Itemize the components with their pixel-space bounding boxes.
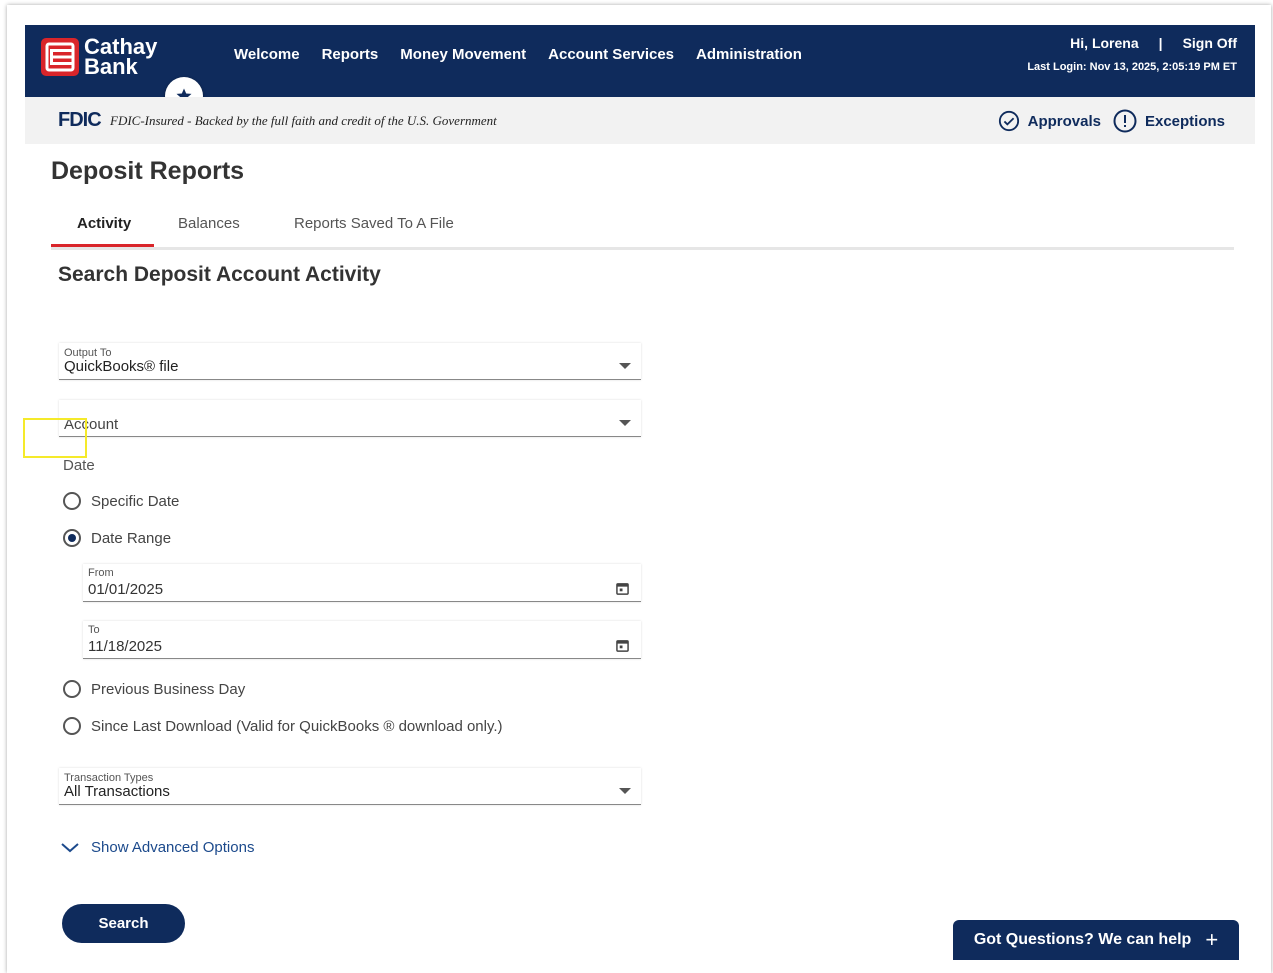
radio-button[interactable]	[63, 492, 81, 510]
app-window: Cathay Bank Welcome Reports Money Moveme…	[7, 5, 1271, 973]
tab-reports-saved[interactable]: Reports Saved To A File	[294, 215, 454, 232]
radio-button[interactable]	[63, 717, 81, 735]
radio-previous-business-day[interactable]: Previous Business Day	[63, 680, 245, 698]
caret-down-icon	[619, 788, 631, 794]
calendar-icon[interactable]	[616, 639, 629, 652]
last-login: Last Login: Nov 13, 2025, 2:05:19 PM ET	[1027, 61, 1237, 73]
from-label: From	[88, 567, 114, 579]
approvals-label: Approvals	[1027, 112, 1101, 130]
separator: |	[1158, 35, 1163, 51]
radio-label: Date Range	[91, 529, 172, 547]
to-date-input[interactable]: To 11/18/2025	[83, 621, 641, 659]
output-to-select[interactable]: Output To QuickBooks® file	[59, 343, 641, 380]
from-date-input[interactable]: From 01/01/2025	[83, 564, 641, 602]
radio-label: Previous Business Day	[91, 680, 246, 698]
to-label: To	[88, 624, 100, 636]
exceptions-link[interactable]: Exceptions	[1113, 109, 1225, 133]
sign-off-link[interactable]: Sign Off	[1183, 35, 1237, 51]
caret-down-icon	[619, 420, 631, 426]
transaction-types-select[interactable]: Transaction Types All Transactions	[59, 768, 641, 805]
approvals-link[interactable]: Approvals	[998, 110, 1101, 132]
help-label: Got Questions? We can help	[973, 931, 1192, 948]
main-nav: Welcome Reports Money Movement Account S…	[234, 46, 802, 63]
nav-administration[interactable]: Administration	[696, 46, 802, 63]
tab-balances[interactable]: Balances	[178, 215, 240, 232]
fdic-bar: FDIC FDIC-Insured - Backed by the full f…	[25, 97, 1255, 144]
radio-specific-date[interactable]: Specific Date	[63, 492, 179, 510]
report-tabs: Activity Balances Reports Saved To A Fil…	[51, 209, 1234, 250]
output-to-value: QuickBooks® file	[64, 358, 179, 375]
tab-activity[interactable]: Activity	[77, 215, 131, 232]
radio-since-last-download[interactable]: Since Last Download (Valid for QuickBook…	[63, 717, 503, 735]
plus-icon: +	[1205, 927, 1219, 952]
page-title: Deposit Reports	[51, 157, 245, 185]
fdic-logo: FDIC	[58, 109, 102, 131]
exclamation-circle-icon	[1113, 109, 1137, 133]
nav-welcome[interactable]: Welcome	[234, 46, 300, 63]
greeting: Hi, Lorena	[1070, 35, 1139, 51]
nav-money-movement[interactable]: Money Movement	[400, 46, 526, 63]
chevron-down-icon	[61, 842, 79, 852]
user-area: Hi, Lorena | Sign Off Last Login: Nov 13…	[1027, 35, 1237, 73]
caret-down-icon	[619, 363, 631, 369]
search-button[interactable]: Search	[62, 904, 185, 943]
nav-reports[interactable]: Reports	[322, 46, 379, 63]
radio-date-range[interactable]: Date Range	[63, 529, 171, 547]
check-circle-icon	[998, 110, 1019, 132]
cathay-bank-logo[interactable]: Cathay Bank	[41, 34, 158, 79]
radio-label: Specific Date	[91, 492, 180, 510]
account-select[interactable]: Account	[59, 400, 641, 437]
to-value: 11/18/2025	[88, 638, 162, 655]
section-title: Search Deposit Account Activity	[58, 263, 381, 286]
fdic-notice: FDIC-Insured - Backed by the full faith …	[110, 113, 497, 128]
active-tab-indicator	[51, 244, 154, 247]
quick-links: Approvals Exceptions	[998, 109, 1225, 133]
radio-button-checked[interactable]	[63, 529, 81, 547]
transaction-types-value: All Transactions	[64, 783, 170, 800]
top-header: Cathay Bank Welcome Reports Money Moveme…	[25, 25, 1255, 97]
show-advanced-options[interactable]: Show Advanced Options	[61, 839, 254, 856]
highlight-box	[23, 418, 87, 458]
help-widget[interactable]: Got Questions? We can help +	[953, 920, 1239, 960]
radio-label: Since Last Download (Valid for QuickBook…	[91, 717, 503, 735]
advanced-label: Show Advanced Options	[91, 839, 255, 856]
logo-text: Cathay Bank	[84, 34, 158, 79]
date-label: Date	[63, 457, 95, 474]
nav-account-services[interactable]: Account Services	[548, 46, 674, 63]
from-value: 01/01/2025	[88, 581, 164, 598]
exceptions-label: Exceptions	[1144, 112, 1225, 130]
radio-button[interactable]	[63, 680, 81, 698]
calendar-icon[interactable]	[616, 582, 629, 595]
cathay-logo-icon	[41, 38, 79, 76]
